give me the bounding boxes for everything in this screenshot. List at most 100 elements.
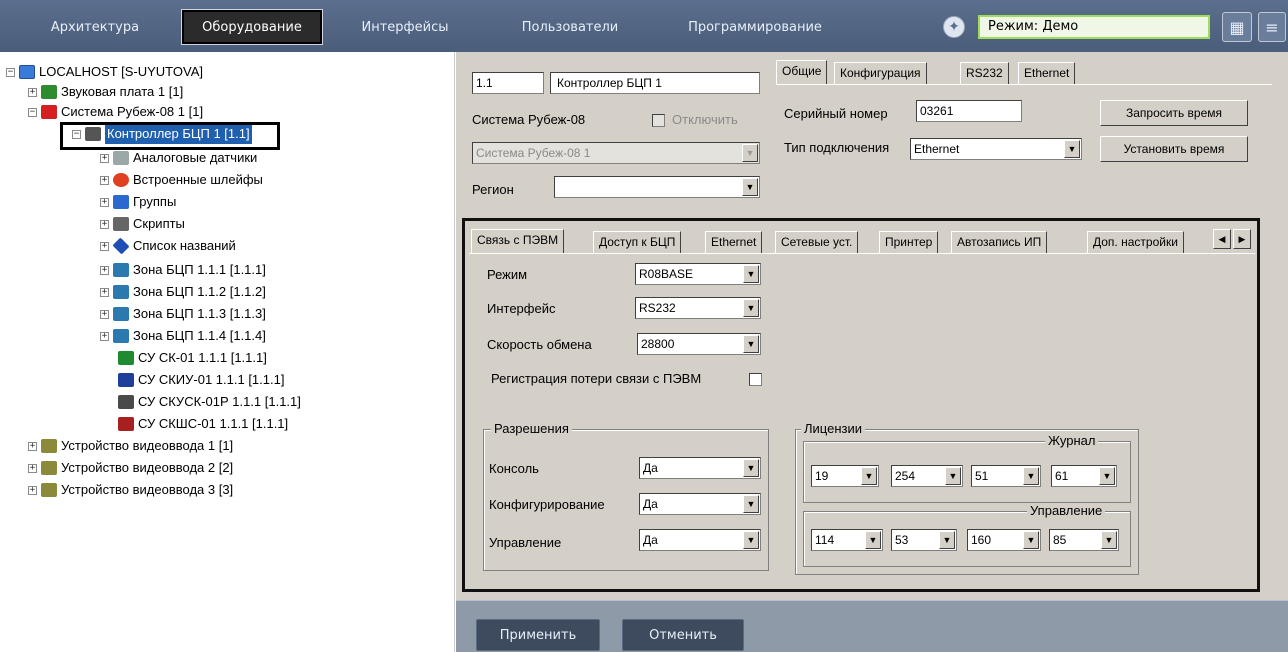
video-input-icon xyxy=(41,461,57,475)
expand-icon[interactable]: + xyxy=(100,265,109,275)
tree-item-su-skusk[interactable]: СУ СКУСК-01Р 1.1.1 [1.1.1] xyxy=(118,392,301,412)
tree-item-zone-4[interactable]: + Зона БЦП 1.1.4 [1.1.4] xyxy=(100,326,266,346)
tab-scroll-left-icon[interactable]: ◀ xyxy=(1213,229,1231,249)
expand-icon[interactable]: + xyxy=(28,441,37,451)
tab-extra-settings[interactable]: Доп. настройки xyxy=(1087,231,1184,253)
tree-item-zone-2[interactable]: + Зона БЦП 1.1.2 [1.1.2] xyxy=(100,282,266,302)
collapse-icon[interactable]: − xyxy=(28,107,37,117)
system-dropdown-value: Система Рубеж-08 1 xyxy=(476,146,591,160)
speed-dropdown[interactable]: 28800 ▼ xyxy=(637,333,761,355)
interface-dropdown[interactable]: RS232 ▼ xyxy=(635,297,761,319)
menu-icon[interactable]: ≡ xyxy=(1258,12,1286,42)
chevron-down-icon: ▼ xyxy=(861,467,877,485)
control-license-value-3: 160 xyxy=(971,533,992,547)
tab-ethernet-general[interactable]: Ethernet xyxy=(1018,62,1076,84)
set-time-button[interactable]: Установить время xyxy=(1100,136,1248,162)
tab-scroll-right-icon[interactable]: ▶ xyxy=(1233,229,1251,249)
tree-item-scripts[interactable]: + Скрипты xyxy=(100,214,185,234)
zone-icon xyxy=(113,307,129,321)
journal-dropdown-4[interactable]: 61 ▼ xyxy=(1051,465,1117,487)
tree-item-loops[interactable]: + Встроенные шлейфы xyxy=(100,170,263,190)
control-license-dropdown-4[interactable]: 85 ▼ xyxy=(1049,529,1119,551)
tab-rs232[interactable]: RS232 xyxy=(960,62,1009,84)
disable-checkbox[interactable] xyxy=(652,114,665,127)
tree-item-video-1[interactable]: + Устройство видеоввода 1 [1] xyxy=(28,436,233,456)
tab-auto-record[interactable]: Автозапись ИП xyxy=(951,231,1048,253)
chevron-down-icon: ▼ xyxy=(1101,531,1117,549)
expand-icon[interactable]: + xyxy=(100,197,109,207)
object-id-field[interactable]: 1.1 xyxy=(472,72,544,94)
tree-item-rubezh-system[interactable]: − Система Рубеж-08 1 [1] xyxy=(28,102,203,122)
speed-dropdown-value: 28800 xyxy=(641,337,675,351)
tab-network-devices[interactable]: Сетевые уст. xyxy=(775,231,859,253)
region-dropdown[interactable]: ▼ xyxy=(554,176,760,198)
control-dropdown[interactable]: Да ▼ xyxy=(639,529,761,551)
tab-interfaces[interactable]: Интерфейсы xyxy=(340,10,470,44)
tree-item-label: Зона БЦП 1.1.3 [1.1.3] xyxy=(133,306,266,321)
tree-item-groups[interactable]: + Группы xyxy=(100,192,176,212)
tree-item-su-skiu[interactable]: СУ СКИУ-01 1.1.1 [1.1.1] xyxy=(118,370,284,390)
expand-icon[interactable]: + xyxy=(100,175,109,185)
journal-dropdown-3[interactable]: 51 ▼ xyxy=(971,465,1041,487)
journal-dropdown-2[interactable]: 254 ▼ xyxy=(891,465,963,487)
tree-item-analog-sensors[interactable]: + Аналоговые датчики xyxy=(100,148,257,168)
expand-icon[interactable]: + xyxy=(100,331,109,341)
control-license-dropdown-2[interactable]: 53 ▼ xyxy=(891,529,957,551)
names-list-icon xyxy=(112,237,130,255)
mode-indicator[interactable]: Режим: Демо xyxy=(978,15,1210,39)
tree-item-su-skshs[interactable]: СУ СКШС-01 1.1.1 [1.1.1] xyxy=(118,414,288,434)
cancel-button[interactable]: Отменить xyxy=(622,619,744,651)
expand-icon[interactable]: + xyxy=(28,87,37,97)
tree-item-label: Устройство видеоввода 2 [2] xyxy=(61,460,234,475)
system-dropdown[interactable]: Система Рубеж-08 1 ▼ xyxy=(472,142,760,164)
tab-programming[interactable]: Программирование xyxy=(675,10,835,44)
expand-icon[interactable]: + xyxy=(100,309,109,319)
video-input-icon xyxy=(41,439,57,453)
config-dropdown[interactable]: Да ▼ xyxy=(639,493,761,515)
expand-icon[interactable]: + xyxy=(100,241,109,251)
tree-item-label: Встроенные шлейфы xyxy=(133,172,263,187)
tab-general[interactable]: Общие xyxy=(776,60,828,84)
journal-dropdown-1[interactable]: 19 ▼ xyxy=(811,465,879,487)
tree-item-localhost[interactable]: − LOCALHOST [S-UYUTOVA] xyxy=(6,62,203,82)
lost-link-checkbox[interactable] xyxy=(749,373,762,386)
control-license-dropdown-1[interactable]: 114 ▼ xyxy=(811,529,883,551)
tree-item-label: Устройство видеоввода 1 [1] xyxy=(61,438,234,453)
layout-icon[interactable]: ▦ xyxy=(1222,12,1252,42)
expand-icon[interactable]: + xyxy=(100,287,109,297)
tree-item-label: Устройство видеоввода 3 [3] xyxy=(61,482,234,497)
control-license-dropdown-3[interactable]: 160 ▼ xyxy=(967,529,1041,551)
loops-icon xyxy=(113,173,129,187)
su-sk-icon xyxy=(118,351,134,365)
console-label: Консоль xyxy=(489,461,539,476)
tab-printer[interactable]: Принтер xyxy=(879,231,939,253)
tab-equipment[interactable]: Оборудование xyxy=(181,9,323,45)
mode-dropdown[interactable]: R08BASE ▼ xyxy=(635,263,761,285)
tree-item-label: Зона БЦП 1.1.4 [1.1.4] xyxy=(133,328,266,343)
tab-bcp-access[interactable]: Доступ к БЦП xyxy=(593,231,682,253)
request-time-button[interactable]: Запросить время xyxy=(1100,100,1248,126)
tree-item-video-3[interactable]: + Устройство видеоввода 3 [3] xyxy=(28,480,233,500)
collapse-icon[interactable]: − xyxy=(6,67,15,77)
tree-item-zone-3[interactable]: + Зона БЦП 1.1.3 [1.1.3] xyxy=(100,304,266,324)
tab-pc-connection[interactable]: Связь с ПЭВМ xyxy=(471,229,565,253)
serial-field[interactable]: 03261 xyxy=(916,100,1022,122)
tree-item-names-list[interactable]: + Список названий xyxy=(100,236,236,256)
tree-item-zone-1[interactable]: + Зона БЦП 1.1.1 [1.1.1] xyxy=(100,260,266,280)
tree-item-video-2[interactable]: + Устройство видеоввода 2 [2] xyxy=(28,458,233,478)
tree-item-su-sk[interactable]: СУ СК-01 1.1.1 [1.1.1] xyxy=(118,348,267,368)
apply-button[interactable]: Применить xyxy=(476,619,600,651)
tab-configuration[interactable]: Конфигурация xyxy=(834,62,927,84)
expand-icon[interactable]: + xyxy=(100,153,109,163)
tree-item-sound-card[interactable]: + Звуковая плата 1 [1] xyxy=(28,82,183,102)
tab-ethernet[interactable]: Ethernet xyxy=(705,231,763,253)
tab-architecture[interactable]: Архитектура xyxy=(20,10,170,44)
connection-dropdown[interactable]: Ethernet ▼ xyxy=(910,138,1082,160)
su-skiu-icon xyxy=(118,373,134,387)
console-dropdown[interactable]: Да ▼ xyxy=(639,457,761,479)
tab-users[interactable]: Пользователи xyxy=(500,10,640,44)
expand-icon[interactable]: + xyxy=(100,219,109,229)
expand-icon[interactable]: + xyxy=(28,485,37,495)
expand-icon[interactable]: + xyxy=(28,463,37,473)
object-name-field[interactable]: Контроллер БЦП 1 xyxy=(550,72,760,94)
